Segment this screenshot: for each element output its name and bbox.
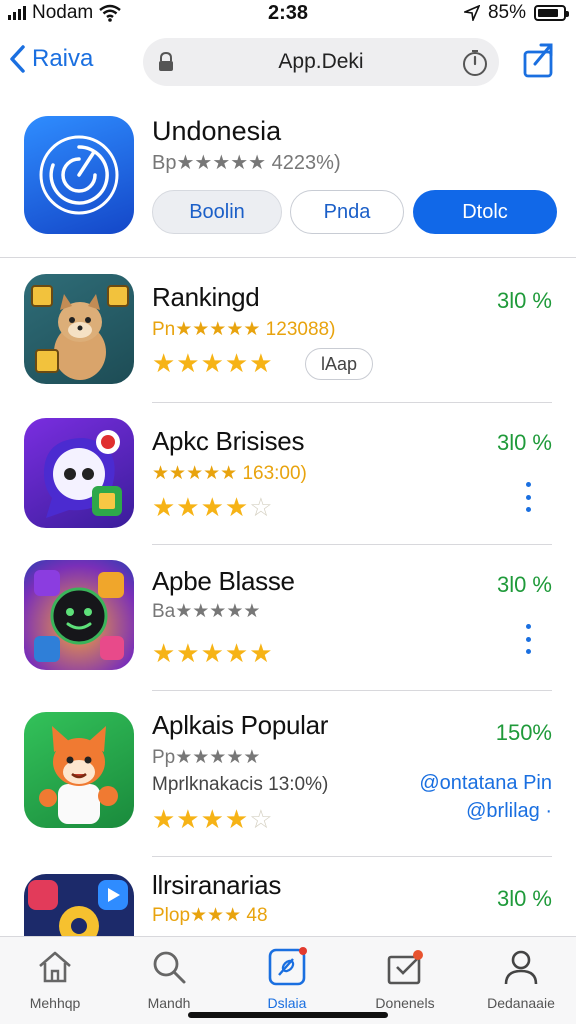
battery-percent: 85% [487,2,526,23]
tab-inbox[interactable]: Donenels [350,947,460,1011]
star-rating: ★★★★★ [152,638,274,669]
featured-title: Undonesia [152,116,282,146]
app-meta: ★★★★★ 163:00) [152,463,307,484]
tab-home[interactable]: Mehhqp [0,947,110,1011]
stars-filled: ★★★★★ [152,638,274,668]
divider [152,690,552,691]
divider [152,402,552,403]
developer-link-secondary[interactable]: @brlilag · [466,800,552,823]
wifi-icon [99,4,122,22]
list-item[interactable]: llrsiranarias Plop★★★ 48 3l0 % [0,870,576,936]
list-item[interactable]: Aplkais Popular Pp★★★★★ Mprlknakacis 13:… [0,704,576,844]
stars-filled: ★★★★ [152,492,250,522]
signal-icon [8,6,26,20]
url-text: App.Deki [278,50,364,73]
developer-link[interactable]: @ontatana Pin [419,772,552,795]
app-name: llrsiranarias [152,870,282,900]
carrier-label: Nodam [32,2,94,23]
star-rating: ★★★★★ [152,348,274,379]
squirrel-icon [31,285,129,380]
home-icon [39,951,71,983]
tab-label: Dedanaaie [487,995,555,1011]
fox-mascot-icon [39,726,118,824]
divider [152,856,552,857]
navigation-bar: Raiva App.Deki [0,34,576,90]
featured-subtitle: Bp★★★★★ 4223%) [152,152,341,174]
app-meta-secondary: Mprlknakacis 13:0%) [152,774,329,795]
filter-button-2[interactable]: Pnda [290,190,404,234]
person-icon [504,950,538,985]
tag-badge[interactable]: lAap [305,348,373,380]
app-icon [24,560,134,670]
star-rating: ★★★★☆ [152,804,274,835]
compass-icon [268,947,307,986]
filter-button-3[interactable]: Dtolc [413,190,557,234]
divider [0,257,576,258]
app-name: Rankingd [152,282,260,312]
app-icon [24,874,134,936]
timer-icon[interactable] [461,49,489,77]
stars-filled: ★★★★ [152,804,250,834]
tab-label: Donenels [375,995,435,1011]
back-button[interactable]: Raiva [8,44,93,74]
app-name: Aplkais Popular [152,710,329,740]
more-options-icon[interactable] [524,624,532,654]
divider [152,544,552,545]
list-item[interactable]: Apbe Blasse Ba★★★★★ ★★★★★ 3l0 % [0,558,576,676]
tab-label: Dslaia [267,995,307,1011]
app-meta: Plop★★★ 48 [152,905,268,926]
tab-label: Mandh [147,995,191,1011]
app-icon [24,712,134,828]
status-bar: Nodam 2:38 85% [0,0,576,30]
stars-filled: ★★★★★ [152,348,274,378]
search-icon [153,951,186,984]
chat-bot-icon [44,430,122,518]
app-icon [24,418,134,528]
featured-app-icon[interactable] [24,116,134,234]
lock-icon [159,51,173,71]
more-options-icon[interactable] [524,482,532,512]
app-meta: Pn★★★★★ 123088) [152,319,336,340]
app-meta: Pp★★★★★ [152,747,261,768]
tab-discover[interactable]: Dslaia [232,947,342,1011]
percent-label: 3l0 % [496,430,552,455]
percent-label: 150% [495,720,552,745]
chevron-left-icon [10,45,25,73]
app-meta: Ba★★★★★ [152,601,261,622]
tab-search[interactable]: Mandh [114,947,224,1011]
app-name: Apbe Blasse [152,566,295,596]
stars-empty: ☆ [249,804,274,834]
app-icon [24,274,134,384]
percent-label: 3l0 % [496,572,552,597]
filter-button-1[interactable]: Boolin [152,190,282,234]
app-name: Apkc Brisises [152,426,305,456]
tab-label: Mehhqp [29,995,81,1011]
radar-icon [39,135,119,215]
tab-bar: Mehhqp Mandh Dslaia Donenels Dedanaaie [0,936,576,1024]
media-apps-icon [28,880,128,936]
robot-face-icon [34,570,124,662]
inbox-icon [387,950,423,985]
percent-label: 3l0 % [496,886,552,911]
list-item[interactable]: Apkc Brisises ★★★★★ 163:00) ★★★★☆ 3l0 % [0,416,576,532]
star-rating: ★★★★☆ [152,492,274,523]
share-icon[interactable] [522,42,556,78]
address-bar[interactable]: App.Deki [143,38,499,86]
featured-app: Undonesia Bp★★★★★ 4223%) Boolin Pnda Dto… [0,108,576,256]
list-item[interactable]: Rankingd Pn★★★★★ 123088) ★★★★★ lAap 3l0 … [0,272,576,388]
percent-label: 3l0 % [496,288,552,313]
location-icon [463,5,480,21]
back-label: Raiva [32,45,94,72]
home-indicator [188,1012,388,1018]
battery-icon [534,5,569,21]
stars-empty: ☆ [249,492,274,522]
tab-profile[interactable]: Dedanaaie [466,947,576,1011]
